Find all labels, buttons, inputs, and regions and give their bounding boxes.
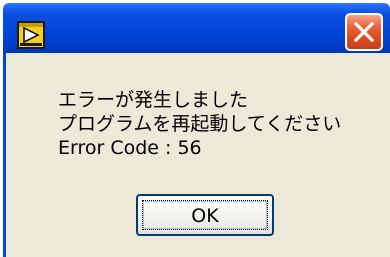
labview-run-icon [17, 21, 45, 49]
ok-button[interactable]: OK [136, 194, 274, 236]
close-icon [354, 22, 374, 42]
error-dialog: エラーが発生しました プログラムを再起動してください Error Code : … [0, 0, 390, 257]
dialog-body: エラーが発生しました プログラムを再起動してください Error Code : … [3, 53, 390, 257]
ok-button-label: OK [191, 205, 219, 227]
message-line: プログラムを再起動してください [58, 113, 342, 135]
error-code-text: Error Code : 56 [58, 137, 202, 159]
title-bar[interactable] [3, 3, 390, 53]
close-button[interactable] [345, 13, 383, 51]
message-line: エラーが発生しました [58, 89, 249, 111]
